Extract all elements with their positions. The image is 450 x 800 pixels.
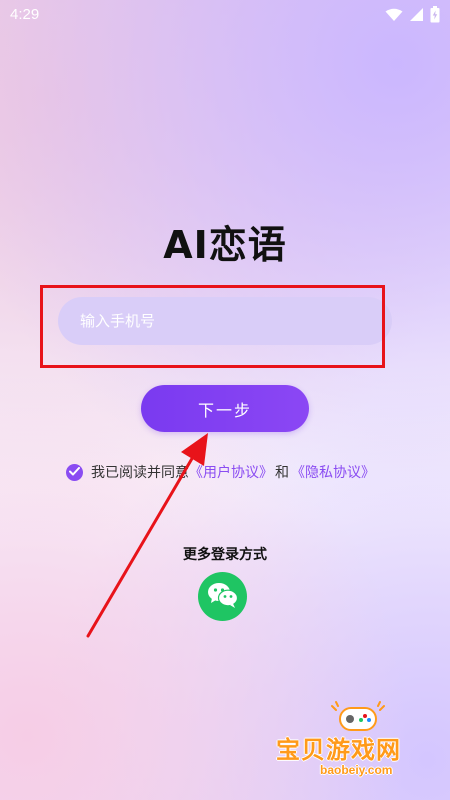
app-title: AI恋语: [163, 223, 287, 267]
next-button[interactable]: 下一步: [141, 385, 309, 432]
agreement-prefix: 我已阅读并同意: [91, 465, 189, 481]
watermark-url: baobeiy.com: [320, 763, 393, 777]
battery-icon: [430, 6, 440, 23]
watermark-name: 宝贝游戏网: [276, 736, 401, 764]
agreement-and: 和: [275, 465, 289, 481]
check-icon: [69, 464, 80, 480]
agreement-checkbox[interactable]: [66, 463, 83, 481]
wechat-login-button[interactable]: [198, 572, 247, 621]
status-icons: [385, 6, 440, 23]
more-login-label: 更多登录方式: [183, 547, 267, 563]
user-agreement-link[interactable]: 《用户协议》: [189, 462, 273, 482]
wechat-icon: [207, 581, 239, 613]
watermark: 宝贝游戏网 baobeiy.com: [262, 700, 450, 800]
signal-icon: [409, 7, 424, 22]
privacy-policy-link[interactable]: 《隐私协议》: [291, 462, 375, 482]
wifi-icon: [385, 8, 403, 22]
agreement-row: 我已阅读并同意 《用户协议》 和 《隐私协议》: [66, 462, 375, 482]
status-bar: 4:29: [0, 0, 450, 32]
phone-input[interactable]: [58, 297, 392, 345]
status-time: 4:29: [10, 6, 40, 23]
